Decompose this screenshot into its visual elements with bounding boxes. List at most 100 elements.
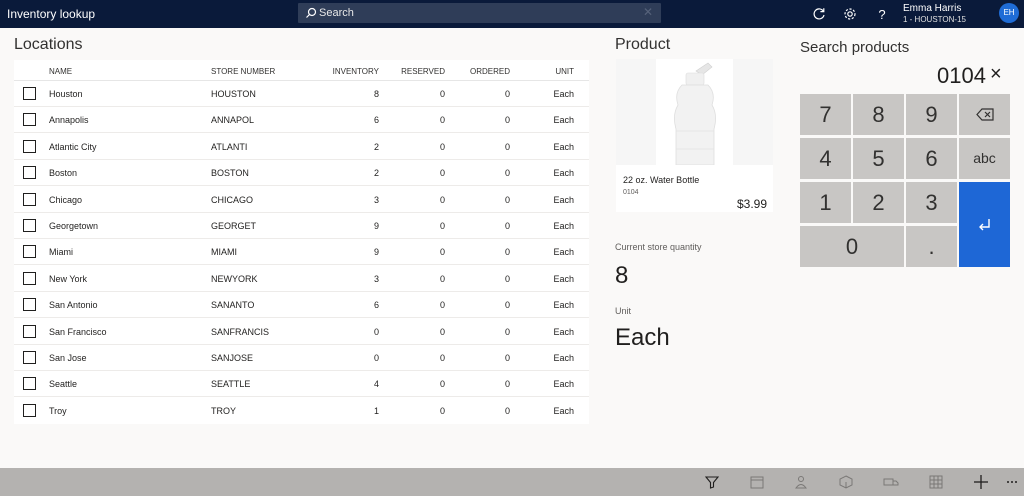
key-7[interactable]: 7: [800, 94, 851, 135]
table-row[interactable]: San Antonio SANANTO 6 0 0 Each: [14, 292, 589, 319]
col-ordered[interactable]: ORDERED: [470, 67, 510, 76]
cell-store-number: HOUSTON: [211, 89, 256, 99]
decimal-key[interactable]: .: [906, 226, 957, 267]
table-row[interactable]: Houston HOUSTON 8 0 0 Each: [14, 81, 589, 107]
cell-inventory: 0: [373, 353, 379, 363]
col-store-number[interactable]: STORE NUMBER: [211, 67, 275, 76]
col-inventory[interactable]: INVENTORY: [333, 67, 379, 76]
gear-icon[interactable]: [841, 5, 859, 23]
table-row[interactable]: Seattle SEATTLE 4 0 0 Each: [14, 371, 589, 398]
truck-icon[interactable]: [883, 474, 899, 490]
unit-label: Unit: [615, 306, 632, 316]
key-4[interactable]: 4: [800, 138, 851, 179]
table-row[interactable]: New York NEWYORK 3 0 0 Each: [14, 266, 589, 292]
table-row[interactable]: Troy TROY 1 0 0 Each: [14, 398, 589, 424]
key-8[interactable]: 8: [853, 94, 904, 135]
cell-reserved: 0: [439, 221, 445, 231]
cell-store-number: TROY: [211, 405, 237, 416]
row-checkbox[interactable]: [23, 324, 36, 338]
cell-ordered: 0: [504, 194, 510, 205]
row-checkbox[interactable]: [23, 139, 36, 153]
key-1[interactable]: 1: [800, 182, 851, 223]
row-checkbox[interactable]: [23, 298, 36, 312]
cell-reserved: 0: [439, 247, 445, 258]
abc-key[interactable]: abc: [959, 138, 1010, 179]
cell-ordered: 0: [504, 141, 510, 152]
cell-reserved: 0: [439, 168, 445, 179]
search-input[interactable]: Search: [319, 7, 354, 19]
cell-ordered: 0: [504, 89, 510, 99]
person-icon[interactable]: [793, 474, 809, 490]
product-price: $3.99: [736, 197, 767, 211]
table-row[interactable]: Atlantic City ATLANTI 2 0 0 Each: [14, 134, 589, 160]
search-clear-icon[interactable]: ✕: [643, 5, 653, 19]
user-name[interactable]: Emma Harris: [903, 3, 961, 14]
row-checkbox[interactable]: [23, 271, 36, 285]
col-unit[interactable]: UNIT: [555, 67, 574, 76]
cell-unit: Each: [553, 405, 574, 416]
svg-text:?: ?: [878, 7, 885, 22]
row-checkbox[interactable]: [23, 245, 36, 259]
key-9[interactable]: 9: [906, 94, 957, 135]
cell-reserved: 0: [439, 300, 445, 311]
search-products-input[interactable]: 0104: [937, 63, 986, 89]
package-icon[interactable]: [838, 474, 854, 490]
row-checkbox[interactable]: [23, 403, 36, 417]
key-3[interactable]: 3: [906, 182, 957, 223]
table-row[interactable]: Boston BOSTON 2 0 0 Each: [14, 160, 589, 187]
table-row[interactable]: Annapolis ANNAPOL 6 0 0 Each: [14, 107, 589, 134]
filter-icon[interactable]: [704, 474, 720, 490]
col-name[interactable]: NAME: [49, 67, 72, 76]
row-checkbox[interactable]: [23, 113, 36, 127]
table-row[interactable]: Georgetown GEORGET 9 0 0 Each: [14, 213, 589, 239]
cell-reserved: 0: [439, 115, 445, 126]
cell-unit: Each: [553, 379, 574, 390]
plus-icon[interactable]: [973, 474, 989, 490]
cell-name: New York: [49, 273, 88, 284]
product-card[interactable]: 22 oz. Water Bottle 0104 $3.99: [616, 59, 773, 212]
cell-name: San Antonio: [49, 300, 98, 311]
cell-ordered: 0: [504, 405, 510, 416]
row-checkbox[interactable]: [23, 377, 36, 391]
cell-store-number: SANANTO: [211, 300, 255, 311]
key-6[interactable]: 6: [906, 138, 957, 179]
product-title: Product: [615, 36, 671, 53]
cell-inventory: 9: [373, 247, 379, 258]
clear-icon[interactable]: ×: [990, 63, 1002, 86]
cell-name: Miami: [49, 247, 73, 258]
avatar[interactable]: EH: [999, 3, 1019, 23]
row-checkbox[interactable]: [23, 219, 36, 232]
more-icon[interactable]: [1005, 474, 1019, 490]
table-row[interactable]: San Francisco SANFRANCIS 0 0 0 Each: [14, 319, 589, 345]
cell-unit: Each: [553, 273, 574, 284]
key-2[interactable]: 2: [853, 182, 904, 223]
table-header: NAME STORE NUMBER INVENTORY RESERVED ORD…: [14, 60, 589, 81]
backspace-key[interactable]: [959, 94, 1010, 135]
row-checkbox[interactable]: [23, 87, 36, 100]
table-row[interactable]: Miami MIAMI 9 0 0 Each: [14, 239, 589, 266]
refresh-icon[interactable]: [810, 5, 828, 23]
cell-ordered: 0: [504, 353, 510, 363]
row-checkbox[interactable]: [23, 351, 36, 364]
cell-ordered: 0: [504, 273, 510, 284]
row-checkbox[interactable]: [23, 166, 36, 180]
col-reserved[interactable]: RESERVED: [401, 67, 445, 76]
user-store[interactable]: 1 - HOUSTON-15: [903, 15, 966, 24]
table-row[interactable]: Chicago CHICAGO 3 0 0 Each: [14, 187, 589, 213]
grid-icon[interactable]: [928, 474, 944, 490]
cell-name: Boston: [49, 168, 78, 179]
cell-inventory: 0: [373, 326, 379, 337]
table-row[interactable]: San Jose SANJOSE 0 0 0 Each: [14, 345, 589, 371]
cell-reserved: 0: [439, 89, 445, 99]
enter-key[interactable]: [959, 182, 1010, 267]
key-0[interactable]: 0: [800, 226, 904, 267]
help-icon[interactable]: ?: [873, 5, 891, 23]
row-checkbox[interactable]: [23, 192, 36, 206]
key-5[interactable]: 5: [853, 138, 904, 179]
cell-reserved: 0: [439, 194, 445, 205]
cell-reserved: 0: [439, 141, 445, 152]
cell-name: San Francisco: [49, 326, 107, 337]
cell-ordered: 0: [504, 115, 510, 126]
calendar-icon[interactable]: [749, 474, 765, 490]
search-box[interactable]: Search ✕: [298, 3, 661, 23]
